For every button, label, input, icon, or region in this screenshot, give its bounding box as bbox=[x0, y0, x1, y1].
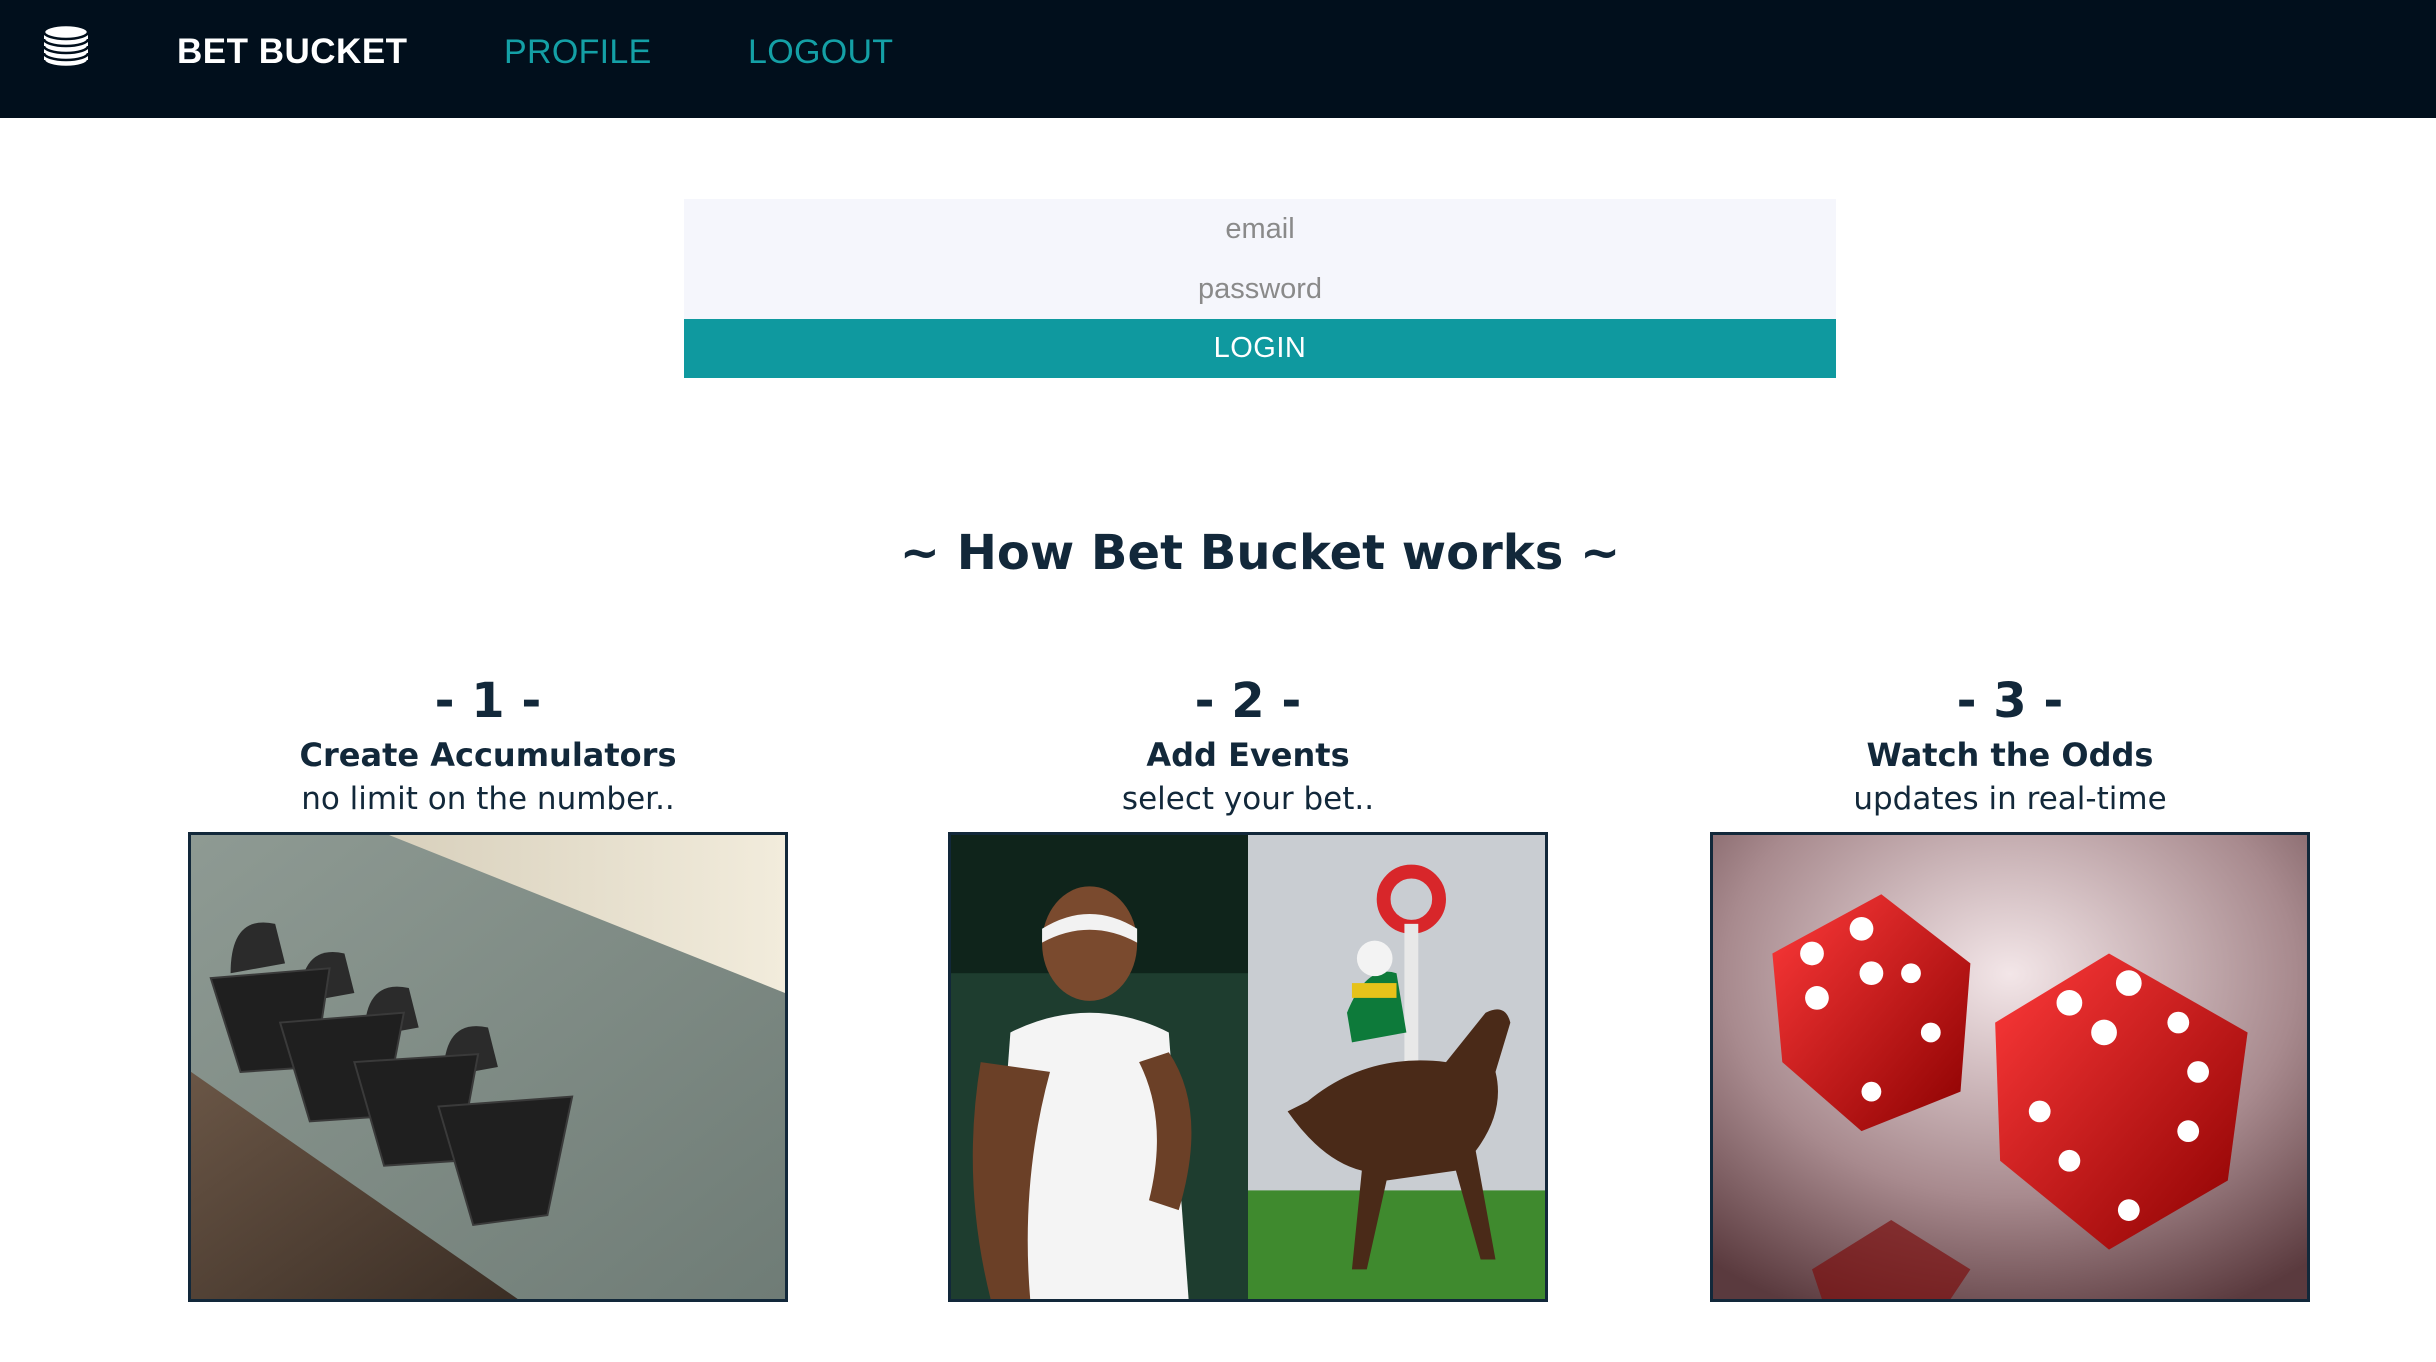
step-card-2: - 2 - Add Events select your bet.. bbox=[948, 668, 1548, 1302]
password-input[interactable] bbox=[684, 259, 1836, 319]
top-navbar: BET BUCKET PROFILE LOGOUT bbox=[0, 0, 2436, 118]
step-title: Watch the Odds bbox=[1866, 736, 2154, 774]
step-description: updates in real-time bbox=[1853, 781, 2167, 817]
login-button[interactable]: LOGIN bbox=[684, 319, 1836, 378]
login-form: LOGIN bbox=[684, 199, 1836, 378]
email-input[interactable] bbox=[684, 199, 1836, 259]
step-title: Add Events bbox=[1146, 736, 1350, 774]
coin-stack-icon[interactable] bbox=[38, 20, 94, 70]
brand-link[interactable]: BET BUCKET bbox=[177, 28, 408, 76]
step-card-3: - 3 - Watch the Odds updates in real-tim… bbox=[1710, 668, 2310, 1302]
tennis-and-horse-racing-image bbox=[948, 832, 1548, 1302]
step-title: Create Accumulators bbox=[299, 736, 677, 774]
step-description: select your bet.. bbox=[1121, 781, 1375, 817]
how-it-works-title: ~ How Bet Bucket works ~ bbox=[899, 525, 1621, 581]
nav-logout-link[interactable]: LOGOUT bbox=[748, 28, 893, 76]
step-description: no limit on the number.. bbox=[301, 781, 675, 817]
step-card-1: - 1 - Create Accumulators no limit on th… bbox=[188, 668, 788, 1302]
red-dice-image bbox=[1710, 832, 2310, 1302]
step-number: - 2 - bbox=[1194, 673, 1302, 729]
step-number: - 3 - bbox=[1956, 673, 2064, 729]
nav-profile-link[interactable]: PROFILE bbox=[504, 28, 652, 76]
step-number: - 1 - bbox=[434, 673, 542, 729]
hanging-buckets-image bbox=[188, 832, 788, 1302]
